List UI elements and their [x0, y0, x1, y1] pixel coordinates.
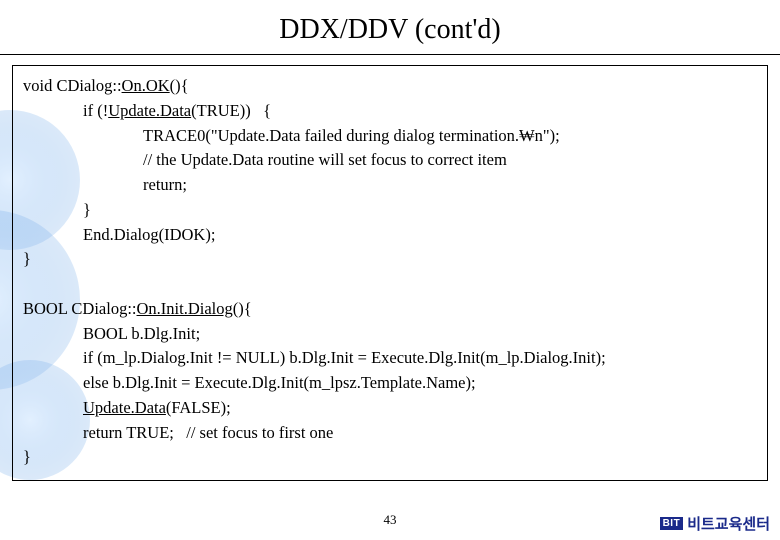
brand: BIT 비트교육센터 [660, 513, 770, 534]
brand-badge: BIT [660, 517, 684, 530]
code-underline: On.Init.Dialog [137, 299, 233, 318]
footer: 43 BIT 비트교육센터 [0, 512, 780, 534]
code-underline: Update.Data [108, 101, 191, 120]
code-line: TRACE0("Update.Data failed during dialog… [23, 124, 757, 149]
slide-title: DDX/DDV (cont'd) [0, 0, 780, 52]
code-line: if (m_lp.Dialog.Init != NULL) b.Dlg.Init… [23, 346, 757, 371]
code-line: else b.Dlg.Init = Execute.Dlg.Init(m_lps… [23, 371, 757, 396]
title-rule [0, 54, 780, 55]
code-line: } [23, 247, 757, 272]
brand-text: 비트교육센터 [687, 513, 770, 534]
code-box: void CDialog::On.OK(){ if (!Update.Data(… [12, 65, 768, 481]
code-line: // the Update.Data routine will set focu… [23, 148, 757, 173]
code-line: BOOL CDialog::On.Init.Dialog(){ [23, 297, 757, 322]
page-number: 43 [384, 512, 397, 528]
code-line: End.Dialog(IDOK); [23, 223, 757, 248]
code-line: } [23, 445, 757, 470]
code-line: if (!Update.Data(TRUE)) { [23, 99, 757, 124]
code-line: BOOL b.Dlg.Init; [23, 322, 757, 347]
code-line: return; [23, 173, 757, 198]
code-line: } [23, 198, 757, 223]
slide: DDX/DDV (cont'd) void CDialog::On.OK(){ … [0, 0, 780, 540]
code-line: Update.Data(FALSE); [23, 396, 757, 421]
code-line: return TRUE; // set focus to first one [23, 421, 757, 446]
code-underline: On.OK [122, 76, 170, 95]
code-underline: Update.Data [83, 398, 166, 417]
code-blank-line [23, 272, 757, 297]
code-line: void CDialog::On.OK(){ [23, 74, 757, 99]
